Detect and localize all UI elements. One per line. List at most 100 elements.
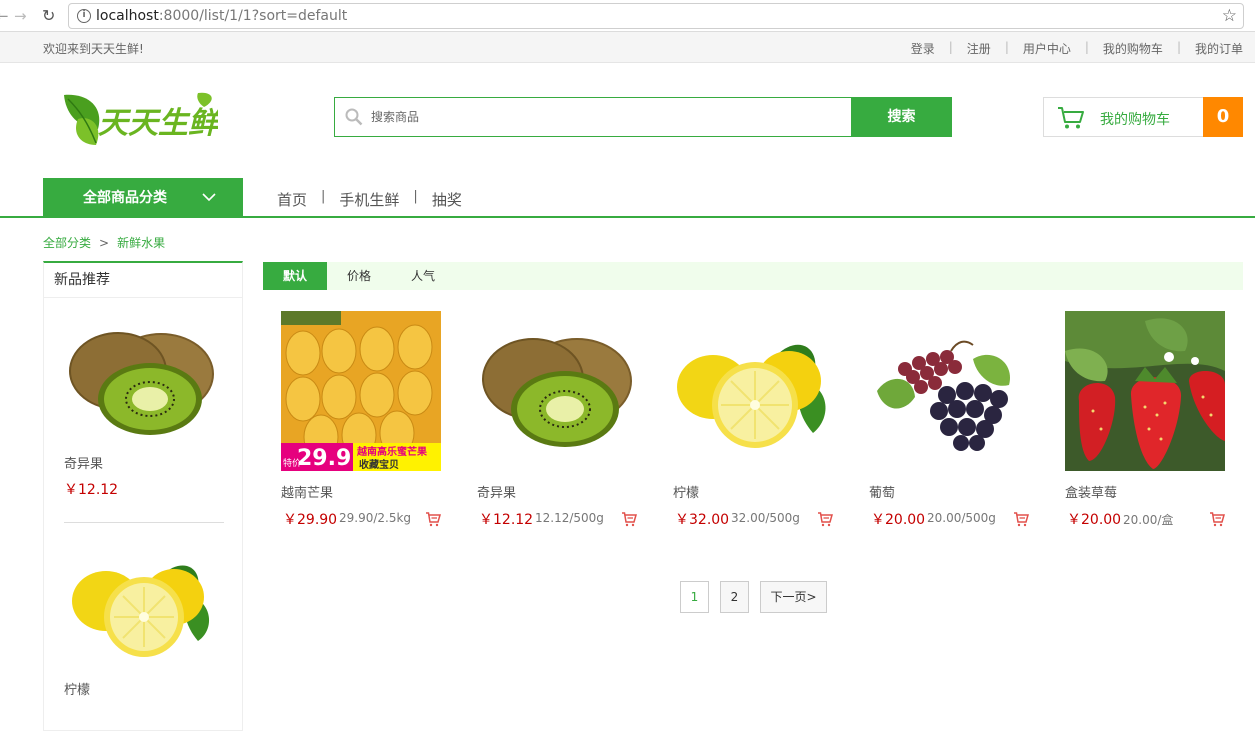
add-to-cart-icon[interactable] [1013, 511, 1029, 527]
product-unit: 12.12/500g [535, 511, 604, 525]
nav-separator: | [321, 189, 326, 204]
link-separator: | [1084, 40, 1089, 54]
sidebar-product[interactable]: 柠檬 [64, 545, 224, 698]
site-logo[interactable]: 天天生鲜 [58, 89, 223, 153]
product-name[interactable]: 柠檬 [673, 482, 853, 501]
browser-toolbar: ← → ↻ i localhost:8000/list/1/1?sort=def… [0, 0, 1255, 32]
sort-default-tab[interactable]: 默认 [263, 262, 327, 290]
search-button[interactable]: 搜索 [851, 97, 952, 137]
reload-icon[interactable]: ↻ [42, 7, 55, 25]
forward-icon[interactable]: → [14, 7, 27, 25]
logo-text: 天天生鲜 [98, 106, 218, 141]
all-categories-button[interactable]: 全部商品分类 [43, 178, 243, 218]
breadcrumb-separator: > [99, 236, 110, 250]
add-to-cart-icon[interactable] [621, 511, 637, 527]
search-icon [345, 108, 363, 126]
product-price-row: ￥12.12 12.12/500g [477, 509, 657, 529]
product-price: ￥29.90 [283, 512, 338, 528]
promo-price: 29.9 [297, 446, 351, 471]
url-path: :8000/list/1/1?sort=default [158, 8, 348, 24]
product-name[interactable]: 越南芒果 [281, 482, 461, 501]
promo-subtitle: 收藏宝贝 [359, 458, 399, 471]
bookmark-star-icon[interactable]: ☆ [1222, 6, 1237, 26]
new-products-sidebar: 新品推荐 奇异果 ￥12.12 柠檬 [43, 261, 243, 731]
product-price-row: ￥20.00 20.00/盒 [1065, 509, 1245, 529]
page-2-button[interactable]: 2 [720, 581, 749, 613]
next-page-button[interactable]: 下一页> [760, 581, 827, 613]
user-center-link[interactable]: 用户中心 [1023, 40, 1071, 57]
product-unit: 20.00/500g [927, 511, 996, 525]
nav-mobile-fresh[interactable]: 手机生鲜 [339, 189, 399, 210]
cart-label: 我的购物车 [1100, 112, 1170, 128]
cart-count-badge: 0 [1203, 97, 1243, 137]
page-1-button[interactable]: 1 [680, 581, 709, 613]
product-card: 柠檬 ￥32.00 32.00/500g [673, 311, 853, 529]
lemon-image[interactable] [66, 545, 216, 675]
nav-menu: 首页 | 手机生鲜 | 抽奖 [277, 189, 462, 210]
nav-separator: | [413, 189, 418, 204]
user-links: 登录 | 注册 | 用户中心 | 我的购物车 | 我的订单 [911, 40, 1243, 57]
link-separator: | [1004, 40, 1009, 54]
cart-box[interactable]: 我的购物车 0 [1043, 97, 1243, 137]
kiwi-image[interactable] [66, 319, 216, 449]
sort-bar: 默认 价格 人气 [263, 262, 1243, 290]
product-card: 葡萄 ￥20.00 20.00/500g [869, 311, 1049, 529]
info-icon[interactable]: i [77, 9, 91, 23]
breadcrumb: 全部分类 > 新鲜水果 [43, 234, 165, 251]
promo-title: 越南高乐蜜芒果 [356, 445, 428, 458]
url-host: localhost [96, 8, 159, 24]
link-separator: | [948, 40, 953, 54]
product-name[interactable]: 葡萄 [869, 482, 1049, 501]
kiwi-image[interactable] [477, 311, 637, 471]
sort-price-tab[interactable]: 价格 [327, 262, 391, 290]
url-text[interactable]: localhost:8000/list/1/1?sort=default [96, 8, 347, 24]
site-header: 天天生鲜 搜索 我的购物车 0 [0, 63, 1255, 178]
product-price-row: ￥32.00 32.00/500g [673, 509, 853, 529]
product-unit: 29.90/2.5kg [339, 511, 412, 525]
product-price: ￥20.00 [1067, 512, 1122, 528]
add-to-cart-icon[interactable] [817, 511, 833, 527]
sidebar-product-name[interactable]: 柠檬 [64, 679, 224, 698]
my-orders-link[interactable]: 我的订单 [1195, 40, 1243, 57]
product-price: ￥12.12 [479, 512, 534, 528]
sidebar-title: 新品推荐 [44, 263, 242, 298]
my-cart-link[interactable]: 我的购物车 [1103, 40, 1163, 57]
sidebar-product-price: ￥12.12 [64, 482, 119, 498]
address-bar[interactable]: i localhost:8000/list/1/1?sort=default ☆ [68, 3, 1244, 29]
shopping-cart-icon [1058, 107, 1084, 129]
search-box: 搜索 [334, 97, 952, 137]
pagination: 1 2 下一页> [680, 581, 838, 613]
search-input[interactable] [371, 98, 851, 136]
product-card: 奇异果 ￥12.12 12.12/500g [477, 311, 657, 529]
top-welcome-bar: 欢迎来到天天生鲜! 登录 | 注册 | 用户中心 | 我的购物车 | 我的订单 [0, 32, 1255, 63]
all-categories-label: 全部商品分类 [83, 190, 167, 206]
product-price: ￥20.00 [871, 512, 926, 528]
sidebar-product-name[interactable]: 奇异果 [64, 453, 224, 472]
add-to-cart-icon[interactable] [1209, 511, 1225, 527]
sidebar-divider [64, 522, 224, 523]
grapes-image[interactable] [869, 311, 1029, 471]
breadcrumb-root[interactable]: 全部分类 [43, 236, 91, 250]
sidebar-product[interactable]: 奇异果 ￥12.12 [64, 319, 224, 499]
welcome-text: 欢迎来到天天生鲜! [43, 42, 144, 56]
lemon-image[interactable] [673, 311, 833, 471]
breadcrumb-current[interactable]: 新鲜水果 [117, 236, 165, 250]
back-icon[interactable]: ← [0, 7, 9, 25]
link-separator: | [1176, 40, 1181, 54]
sort-popularity-tab[interactable]: 人气 [391, 262, 455, 290]
strawberry-image[interactable] [1065, 311, 1225, 471]
nav-lottery[interactable]: 抽奖 [432, 189, 462, 210]
login-link[interactable]: 登录 [911, 40, 935, 57]
add-to-cart-icon[interactable] [425, 511, 441, 527]
product-price-row: ￥29.90 29.90/2.5kg [281, 509, 461, 529]
product-name[interactable]: 盒装草莓 [1065, 482, 1245, 501]
nav-home[interactable]: 首页 [277, 189, 307, 210]
product-card: 特价 29.9 越南高乐蜜芒果 收藏宝贝 越南芒果 ￥29.90 29.90/2… [281, 311, 461, 529]
register-link[interactable]: 注册 [967, 40, 991, 57]
mango-box-image[interactable]: 特价 29.9 越南高乐蜜芒果 收藏宝贝 [281, 311, 441, 471]
product-unit: 20.00/盒 [1123, 513, 1174, 527]
product-price-row: ￥20.00 20.00/500g [869, 509, 1049, 529]
product-unit: 32.00/500g [731, 511, 800, 525]
product-card: 盒装草莓 ￥20.00 20.00/盒 [1065, 311, 1245, 529]
product-name[interactable]: 奇异果 [477, 482, 657, 501]
